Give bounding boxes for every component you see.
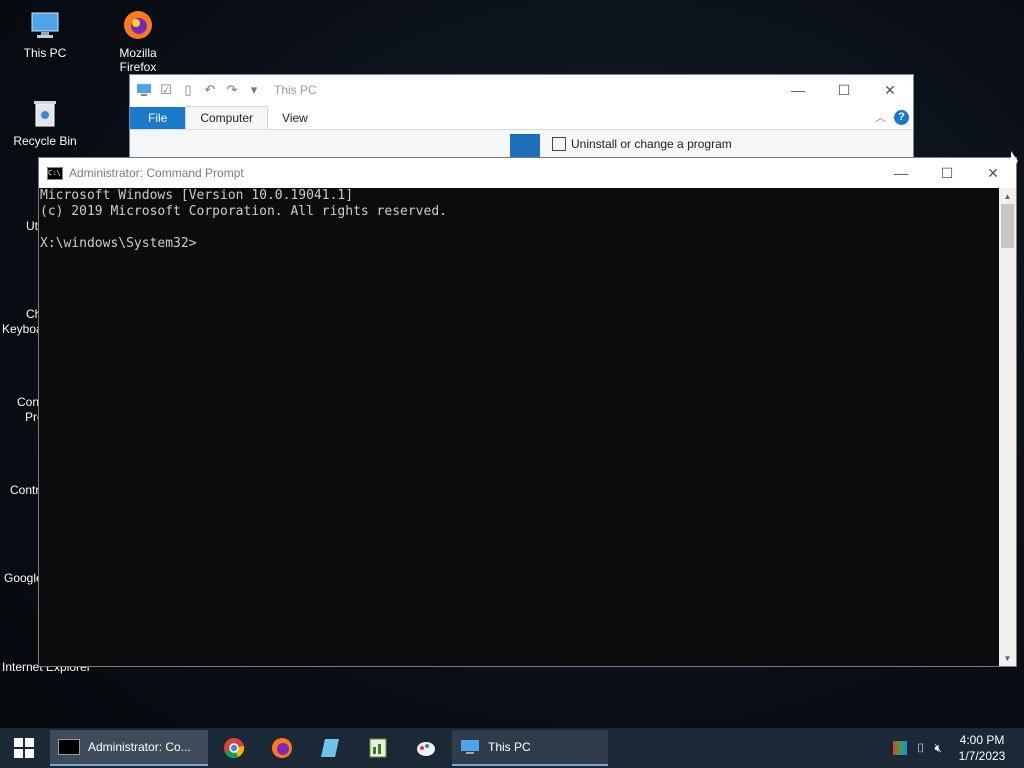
taskbar-chrome[interactable] <box>210 728 258 768</box>
desktop-label-google-chrome: Google <box>4 571 43 585</box>
clock-date: 1/7/2023 <box>958 749 1006 763</box>
tab-computer[interactable]: Computer <box>185 106 269 129</box>
taskbar-spreadsheet[interactable] <box>354 728 402 768</box>
ribbon-body: Uninstall or change a program <box>130 129 913 158</box>
minimize-icon[interactable]: — <box>775 75 821 105</box>
volume-muted-icon[interactable]: 🔇︎ <box>934 741 942 756</box>
clock[interactable]: 4:00 PM 1/7/2023 <box>952 732 1012 764</box>
taskbar: Administrator: Co... This PC ⌷ 🔇︎ 4:00 P… <box>0 728 1024 768</box>
desktop-icon-recycle-bin[interactable]: Recycle Bin <box>7 96 83 148</box>
taskbar-notepad[interactable] <box>306 728 354 768</box>
console-line: (c) 2019 Microsoft Corporation. All righ… <box>40 204 447 219</box>
clock-time: 4:00 PM <box>959 733 1005 747</box>
desktop-icon-firefox[interactable]: Mozilla Firefox <box>100 8 176 74</box>
explorer-title: This PC <box>274 83 317 97</box>
system-settings-icon[interactable] <box>510 134 540 158</box>
chrome-icon <box>224 738 245 758</box>
console-line: Microsoft Windows [Version 10.0.19041.1] <box>40 188 354 203</box>
desktop-label-keyboard: Keyboa <box>2 322 43 336</box>
undo-icon[interactable]: ↶ <box>202 82 218 98</box>
properties-icon[interactable]: ☑ <box>158 82 174 98</box>
cmd-console-output[interactable]: Microsoft Windows [Version 10.0.19041.1]… <box>39 188 999 666</box>
explorer-titlebar[interactable]: ☑ ▯ ↶ ↷ ▾ This PC — ☐ ✕ <box>130 75 913 105</box>
help-icon[interactable]: ? <box>894 109 909 125</box>
desktop-icon-this-pc[interactable]: This PC <box>7 8 83 60</box>
cmd-close-icon[interactable]: ✕ <box>970 158 1016 188</box>
desktop-label-command-prompt: Con <box>17 395 40 409</box>
collapse-ribbon-icon[interactable]: ︿ <box>875 109 886 125</box>
cmd-scrollbar[interactable]: ▲ ▼ <box>999 188 1016 666</box>
new-folder-icon[interactable]: ▯ <box>180 82 196 98</box>
redo-icon[interactable]: ↷ <box>224 82 240 98</box>
uninstall-icon <box>552 137 566 151</box>
this-pc-icon <box>28 8 62 42</box>
taskbar-cmd-button[interactable]: Administrator: Co... <box>50 730 208 766</box>
cmd-icon <box>58 739 80 755</box>
tab-file[interactable]: File <box>130 107 186 129</box>
mouse-cursor <box>1011 151 1018 171</box>
cmd-title: Administrator: Command Prompt <box>69 166 244 180</box>
color-profile-icon[interactable] <box>893 741 908 755</box>
cmd-minimize-icon[interactable]: — <box>878 158 924 188</box>
cmd-maximize-icon[interactable]: ☐ <box>924 158 970 188</box>
cmd-icon: C:\ <box>47 166 63 180</box>
windows-logo-icon <box>14 738 34 758</box>
firefox-icon <box>121 8 155 42</box>
command-prompt-window[interactable]: C:\ Administrator: Command Prompt — ☐ ✕ … <box>38 157 1017 667</box>
taskbar-firefox[interactable] <box>258 728 306 768</box>
console-prompt: X:\windows\System32> <box>40 236 197 251</box>
recycle-bin-icon <box>28 96 62 130</box>
scroll-thumb[interactable] <box>1001 204 1014 248</box>
qat-dropdown-icon[interactable]: ▾ <box>246 82 262 98</box>
start-button[interactable] <box>0 728 48 768</box>
tab-view[interactable]: View <box>268 107 322 129</box>
cmd-titlebar[interactable]: C:\ Administrator: Command Prompt — ☐ ✕ <box>39 158 1016 188</box>
explorer-window[interactable]: ☑ ▯ ↶ ↷ ▾ This PC — ☐ ✕ File Computer Vi… <box>129 74 914 158</box>
taskbar-paint[interactable] <box>402 728 450 768</box>
desktop-label-control-panel: Contr <box>10 483 40 497</box>
scroll-down-icon[interactable]: ▼ <box>999 650 1016 666</box>
maximize-icon[interactable]: ☐ <box>821 75 867 105</box>
taskbar-this-pc-button[interactable]: This PC <box>452 730 608 766</box>
computer-icon <box>136 82 152 98</box>
system-tray: ⌷ 🔇︎ 4:00 PM 1/7/2023 <box>893 728 1024 768</box>
usb-icon[interactable]: ⌷ <box>917 741 924 756</box>
close-icon[interactable]: ✕ <box>867 75 913 105</box>
uninstall-program-button[interactable]: Uninstall or change a program <box>552 137 732 151</box>
spreadsheet-icon <box>369 738 387 758</box>
ribbon-tabs: File Computer View ︿ ? <box>130 105 913 129</box>
notepad-icon <box>321 739 339 757</box>
paint-icon <box>417 742 435 756</box>
this-pc-icon <box>461 740 479 754</box>
scroll-up-icon[interactable]: ▲ <box>999 188 1016 204</box>
firefox-icon <box>272 738 292 758</box>
